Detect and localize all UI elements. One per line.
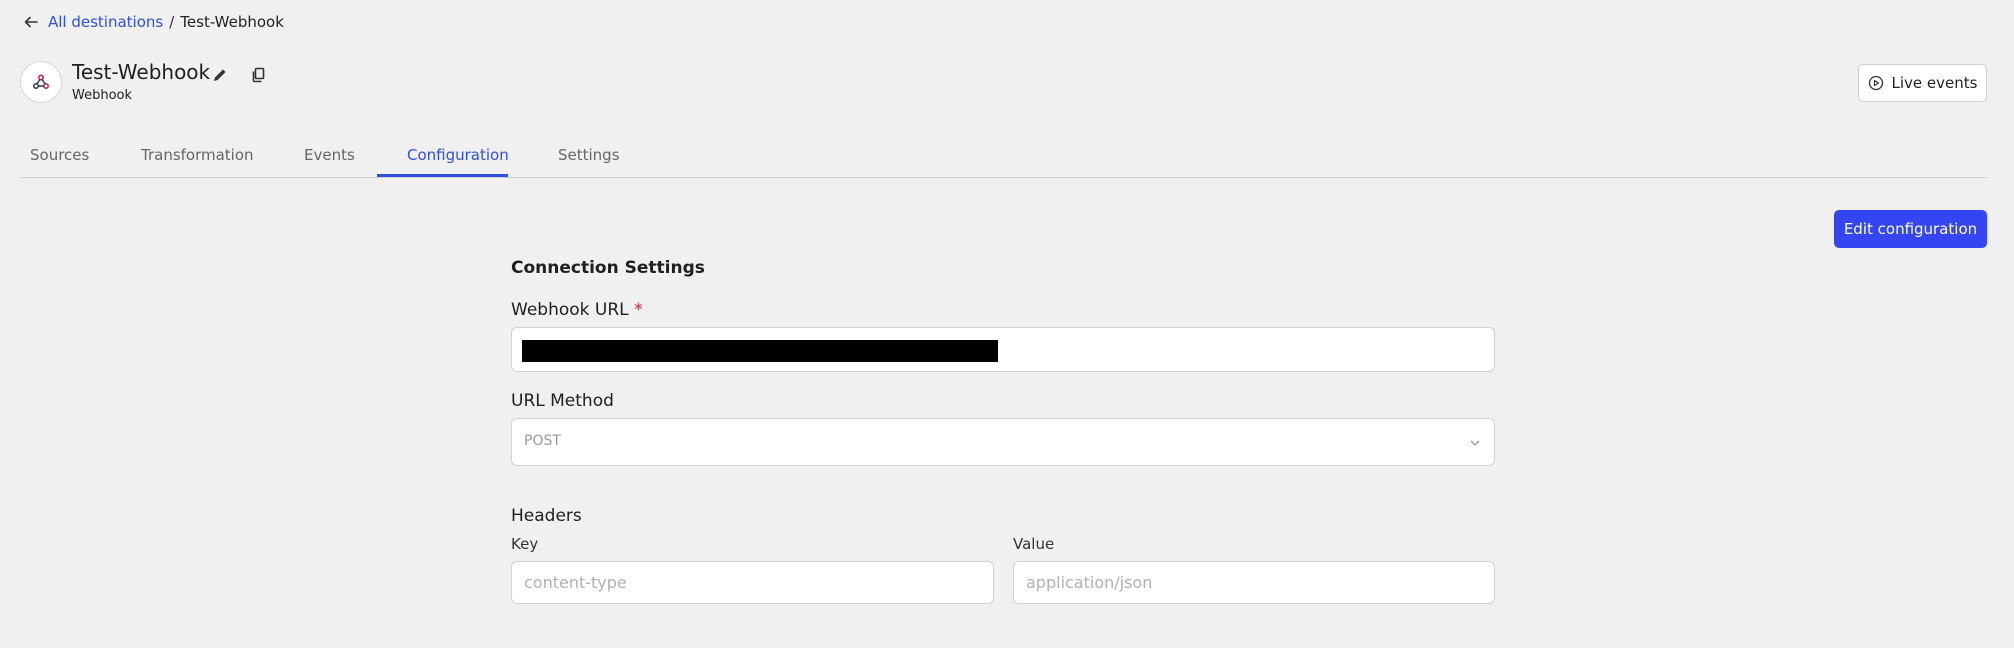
arrow-left-icon[interactable] [22,13,40,31]
tab-events[interactable]: Events [304,146,355,178]
url-method-select[interactable]: POST [511,418,1495,466]
tab-sources[interactable]: Sources [30,146,89,178]
webhook-url-label-text: Webhook URL [511,300,629,320]
tab-settings[interactable]: Settings [558,146,620,178]
edit-configuration-button[interactable]: Edit configuration [1834,210,1987,248]
connection-settings-heading: Connection Settings [511,258,705,278]
headers-heading: Headers [511,506,582,526]
copy-icon[interactable] [250,66,268,84]
pencil-icon[interactable] [211,66,229,84]
breadcrumb-all-destinations[interactable]: All destinations [48,13,163,31]
redacted-url-value [522,340,998,362]
tab-bar: Sources Transformation Events Configurat… [20,140,1987,178]
header-value-input[interactable]: application/json [1013,561,1495,604]
play-circle-icon [1868,75,1883,91]
destination-title: Test-Webhook [72,60,211,84]
active-tab-indicator [377,174,508,177]
header-key-input[interactable]: content-type [511,561,994,604]
destination-avatar [20,61,62,103]
header-key-label: Key [511,535,539,553]
live-events-label: Live events [1891,74,1978,92]
required-mark: * [634,300,643,320]
tab-transformation[interactable]: Transformation [141,146,254,178]
chevron-down-icon [1468,435,1482,449]
url-method-label: URL Method [511,391,614,411]
webhook-icon [33,74,49,89]
destination-config-page: All destinations / Test-Webhook Test-Web… [0,0,2014,648]
webhook-url-input[interactable] [511,327,1495,372]
header-value-placeholder: application/json [1026,573,1153,592]
destination-type: Webhook [72,88,133,103]
live-events-button[interactable]: Live events [1858,64,1987,102]
breadcrumb-separator: / [169,13,175,31]
webhook-url-label: Webhook URL * [511,300,643,320]
header-value-label: Value [1013,535,1055,553]
breadcrumb: All destinations / Test-Webhook [22,12,284,32]
header-key-placeholder: content-type [524,573,627,592]
breadcrumb-current: Test-Webhook [180,13,284,31]
url-method-value: POST [524,433,561,449]
